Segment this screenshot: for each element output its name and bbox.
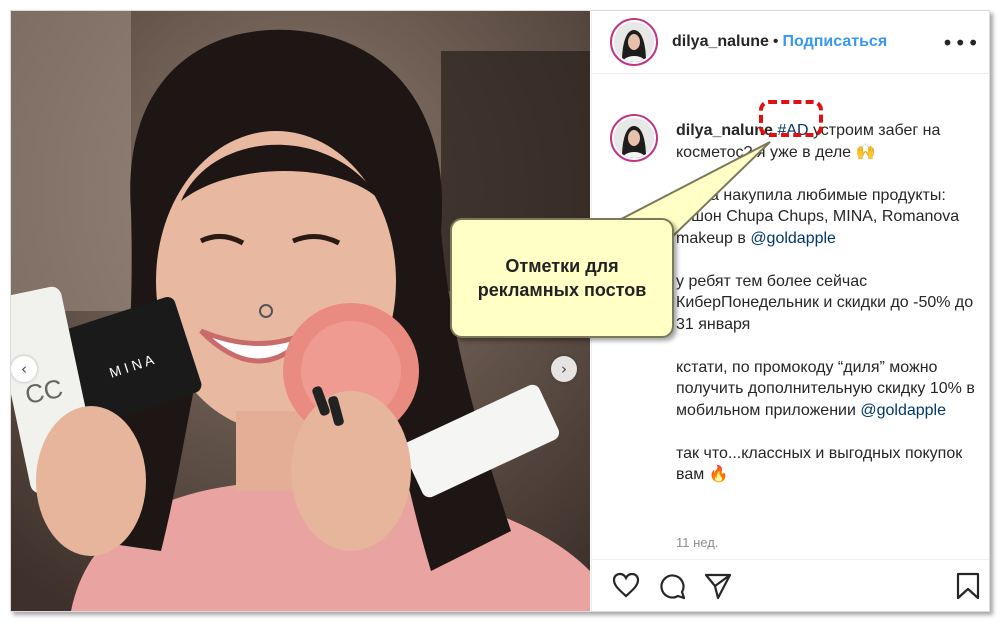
ad-highlight-box: [759, 100, 823, 137]
callout-line2: рекламных постов: [477, 280, 647, 300]
annotation-callout: Отметки для рекламных постов: [450, 218, 674, 338]
callout-line1: Отметки для: [505, 256, 619, 276]
